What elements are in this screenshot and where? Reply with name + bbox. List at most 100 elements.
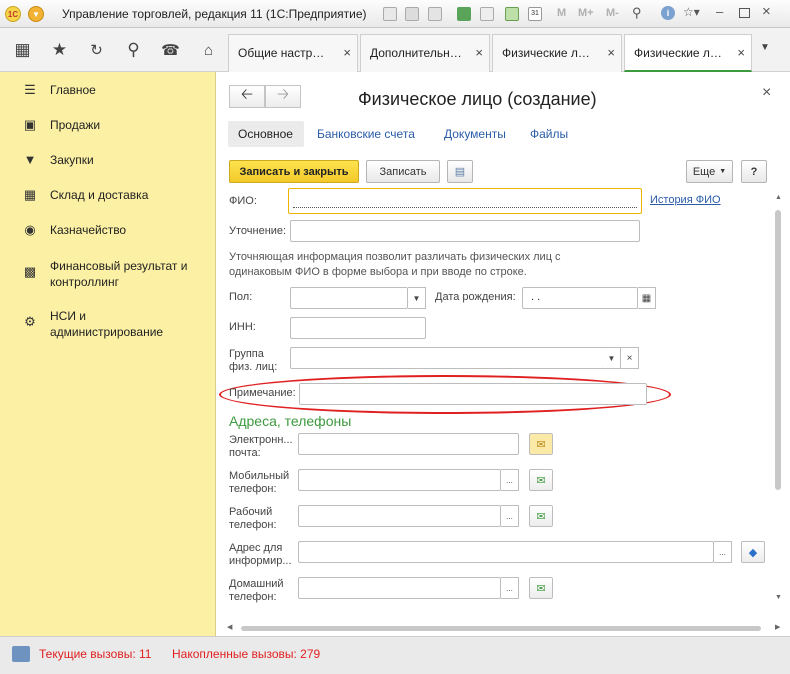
tab-label: Физические л… (634, 46, 722, 60)
close-window-button[interactable]: × (762, 3, 771, 20)
calendar-icon[interactable]: 31 (528, 7, 542, 21)
mobile-select-button[interactable]: ... (501, 469, 519, 491)
fio-history-link[interactable]: История ФИО (650, 194, 721, 206)
top-panel: ▦ ★ ↻ ⚲ ☎ ⌂ Общие настр… × Дополнительн… ×… (0, 28, 790, 72)
tab-general-settings[interactable]: Общие настр… × (228, 34, 358, 72)
email-envelope-icon[interactable]: ✉ (529, 433, 553, 455)
star-dropdown-icon[interactable]: ☆▾ (683, 5, 700, 19)
upload-icon[interactable] (457, 7, 471, 21)
search-icon[interactable]: ⚲ (115, 28, 152, 72)
save-and-close-button[interactable]: Записать и закрыть (229, 160, 359, 183)
work-phone-label: Рабочий телефон: (229, 506, 277, 531)
work-phone-select-button[interactable]: ... (501, 505, 519, 527)
link-files[interactable]: Файлы (530, 127, 568, 141)
main-menu-button[interactable]: ▼ (28, 6, 44, 22)
help-button[interactable]: ? (741, 160, 767, 183)
clarify-label: Уточнение: (229, 225, 287, 237)
birth-input[interactable]: . . (522, 287, 638, 309)
sidebar-item-admin[interactable]: ⚙ НСИ и администрирование (0, 308, 216, 340)
sidebar-item-finance[interactable]: ▩ Финансовый результат и контроллинг (0, 258, 216, 290)
preview-icon[interactable] (428, 7, 442, 21)
report-icon[interactable]: ▤ (447, 160, 473, 183)
fio-label: ФИО: (229, 195, 257, 207)
work-phone-sms-icon[interactable]: ✉ (529, 505, 553, 527)
tab-additional[interactable]: Дополнительн… × (360, 34, 490, 72)
memory-m-button[interactable]: M (557, 7, 566, 19)
minimize-button[interactable]: – (716, 4, 723, 19)
notification-bell-icon[interactable]: ☎ (152, 28, 189, 72)
app-logo[interactable]: 1С (5, 6, 21, 22)
clarify-input[interactable] (290, 220, 640, 242)
vertical-scrollbar[interactable]: ▲ ▼ (773, 194, 783, 604)
app-title: Управление торговлей, редакция 11 (62, 7, 263, 21)
warehouse-icon: ▦ (23, 187, 37, 202)
tab-label: Дополнительн… (370, 46, 462, 60)
maximize-button[interactable] (739, 8, 750, 18)
home-icon[interactable]: ⌂ (190, 28, 227, 72)
tab-individual-create[interactable]: Физические л… × (624, 34, 752, 72)
sidebar-item-treasury[interactable]: ◉ Казначейство (0, 222, 216, 238)
info-icon[interactable]: i (661, 6, 675, 20)
tab-label: Физические л… (502, 46, 590, 60)
tab-close-icon[interactable]: × (475, 45, 483, 60)
group-clear-icon[interactable]: × (621, 347, 639, 369)
email-input[interactable] (298, 433, 519, 455)
save-button[interactable]: Записать (366, 160, 440, 183)
address-input[interactable] (298, 541, 714, 563)
horizontal-scrollbar[interactable]: ◀ ▶ (227, 623, 783, 633)
grid-menu-icon[interactable]: ▦ (4, 28, 41, 72)
home-phone-select-button[interactable]: ... (501, 577, 519, 599)
group-select[interactable] (290, 347, 604, 369)
forward-button[interactable]: 🡢 (265, 85, 301, 108)
sidebar-item-label: Склад и доставка (50, 188, 149, 202)
tab-close-icon[interactable]: × (343, 45, 351, 60)
sidebar-item-sales[interactable]: ▣ Продажи (0, 117, 216, 133)
tab-main-label[interactable]: Основное (238, 127, 293, 141)
calculator-icon[interactable] (505, 7, 519, 21)
zoom-icon[interactable]: ⚲ (632, 5, 642, 21)
form-close-icon[interactable]: × (762, 84, 771, 102)
sidebar: ☰ Главное ▣ Продажи ▼ Закупки ▦ Склад и дост… (0, 72, 216, 636)
gender-dropdown-icon[interactable]: ▼ (408, 287, 426, 309)
note-input[interactable] (299, 383, 647, 405)
tab-close-icon[interactable]: × (737, 45, 745, 60)
home-phone-sms-icon[interactable]: ✉ (529, 577, 553, 599)
coin-icon: ◉ (24, 222, 36, 237)
sidebar-item-label: Казначейство (50, 223, 127, 237)
sidebar-item-main[interactable]: ☰ Главное (0, 82, 216, 98)
fio-input[interactable] (288, 188, 642, 214)
link-documents[interactable]: Документы (444, 127, 506, 141)
more-label: Еще (692, 165, 716, 178)
inn-input[interactable] (290, 317, 426, 339)
tab-individuals-list[interactable]: Физические л… × (492, 34, 622, 72)
favorites-star-icon[interactable]: ★ (41, 28, 78, 72)
group-dropdown-icon[interactable]: ▼ (603, 347, 621, 369)
tab-label: Общие настр… (238, 46, 325, 60)
calls-monitor-icon[interactable] (12, 646, 30, 662)
address-map-icon[interactable]: ◆ (741, 541, 765, 563)
history-icon[interactable]: ↻ (78, 28, 115, 72)
print-icon[interactable] (405, 7, 419, 21)
memory-mminus-button[interactable]: M- (606, 7, 619, 19)
address-select-button[interactable]: ... (714, 541, 732, 563)
doc-icon[interactable] (480, 7, 494, 21)
tabs-dropdown-icon[interactable]: ▼ (760, 42, 770, 53)
more-button[interactable]: Еще ▼ (686, 160, 733, 183)
home-phone-input[interactable] (298, 577, 501, 599)
gender-label: Пол: (229, 291, 253, 303)
calendar-icon[interactable]: ▦ (638, 287, 656, 309)
work-phone-input[interactable] (298, 505, 501, 527)
tab-close-icon[interactable]: × (607, 45, 615, 60)
back-button[interactable]: 🡠 (229, 85, 265, 108)
current-calls-text: Текущие вызовы: 11 (39, 647, 152, 661)
memory-mplus-button[interactable]: M+ (578, 7, 594, 19)
mobile-input[interactable] (298, 469, 501, 491)
sidebar-item-warehouse[interactable]: ▦ Склад и доставка (0, 187, 216, 203)
save-icon[interactable] (383, 7, 397, 21)
gender-select[interactable] (290, 287, 408, 309)
title-bar: 1С ▼ Управление торговлей, редакция 11 (… (0, 0, 790, 28)
link-bank-accounts[interactable]: Банковские счета (317, 127, 415, 141)
mobile-sms-icon[interactable]: ✉ (529, 469, 553, 491)
sidebar-item-purchases[interactable]: ▼ Закупки (0, 152, 216, 168)
hint-text: Уточняющая информация позволит различать… (229, 251, 561, 278)
